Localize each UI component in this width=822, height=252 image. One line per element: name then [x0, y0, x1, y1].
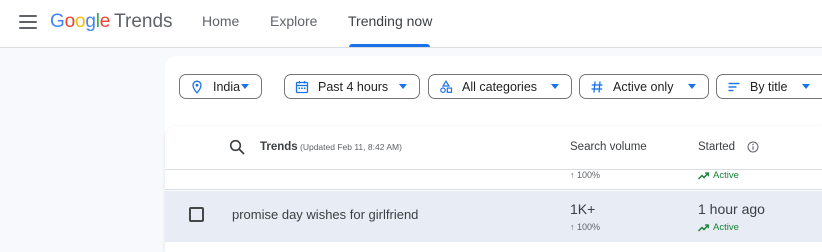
column-header-started[interactable]: Started: [698, 141, 735, 153]
row-checkbox[interactable]: [189, 207, 204, 222]
logo-letter: e: [99, 11, 111, 32]
chevron-down-icon: [399, 84, 407, 89]
status-label: Active: [713, 170, 739, 181]
trends-table: Trends (Updated Feb 11, 8:42 AM) Search …: [165, 126, 822, 252]
filter-time-chip[interactable]: Past 4 hours: [284, 74, 420, 99]
column-header-trends: Trends: [260, 141, 298, 153]
trending-up-icon: [698, 223, 709, 232]
filter-location-chip[interactable]: India: [179, 74, 262, 99]
google-wordmark: Google: [50, 11, 110, 32]
filter-time-label: Past 4 hours: [318, 79, 389, 94]
filter-status-chip[interactable]: Active only: [579, 74, 709, 99]
trend-title[interactable]: promise day wishes for girlfriend: [232, 207, 418, 222]
filter-category-label: All categories: [462, 79, 538, 94]
sort-lines-icon: [728, 82, 740, 91]
table-header: Trends (Updated Feb 11, 8:42 AM) Search …: [165, 126, 822, 170]
hashtag-icon: [591, 80, 603, 93]
chevron-down-icon: [802, 84, 810, 89]
active-tab-indicator: [349, 44, 430, 47]
nav-tab-home[interactable]: Home: [202, 13, 239, 29]
logo-letter: g: [85, 11, 96, 32]
started-value: 1 hour ago: [698, 201, 765, 217]
top-app-bar: Google Trends Home Explore Trending now: [0, 0, 822, 48]
trends-wordmark: Trends: [114, 11, 173, 32]
volume-change: ↑ 100%: [570, 170, 601, 180]
filter-category-chip[interactable]: All categories: [428, 74, 572, 99]
chevron-down-icon: [551, 84, 559, 89]
filter-location-label: India: [213, 79, 241, 94]
logo-letter: G: [50, 11, 65, 32]
filter-status-label: Active only: [613, 79, 674, 94]
nav-tab-trending-now[interactable]: Trending now: [348, 13, 432, 29]
volume-change: ↑ 100%: [570, 222, 601, 232]
trending-up-icon: [698, 171, 709, 180]
calendar-icon: [295, 80, 309, 93]
sort-label: By title: [750, 79, 788, 94]
status-active: Active: [698, 222, 739, 233]
google-trends-logo[interactable]: Google Trends: [50, 10, 173, 34]
status-label: Active: [713, 222, 739, 233]
categories-shapes-icon: [440, 79, 453, 93]
search-volume-value: 1K+: [570, 201, 596, 217]
updated-timestamp: (Updated Feb 11, 8:42 AM): [300, 142, 402, 152]
sort-chip[interactable]: By title: [716, 74, 822, 99]
chevron-down-icon: [688, 84, 696, 89]
logo-letter: o: [74, 11, 86, 32]
nav-tab-explore[interactable]: Explore: [270, 13, 317, 29]
location-pin-icon: [192, 80, 202, 94]
trending-panel: India Past 4 hours All categories Active…: [165, 56, 822, 252]
table-row-partial: ↑ 100% Active: [165, 170, 822, 190]
table-row[interactable]: promise day wishes for girlfriend 1K+ ↑ …: [165, 191, 822, 242]
logo-letter: o: [64, 11, 76, 32]
chevron-down-icon: [241, 84, 249, 89]
search-icon[interactable]: [229, 139, 245, 155]
hamburger-menu-icon[interactable]: [19, 15, 37, 29]
status-active: Active: [698, 170, 739, 181]
info-icon[interactable]: [747, 141, 759, 153]
column-header-search-volume[interactable]: Search volume: [570, 141, 647, 153]
